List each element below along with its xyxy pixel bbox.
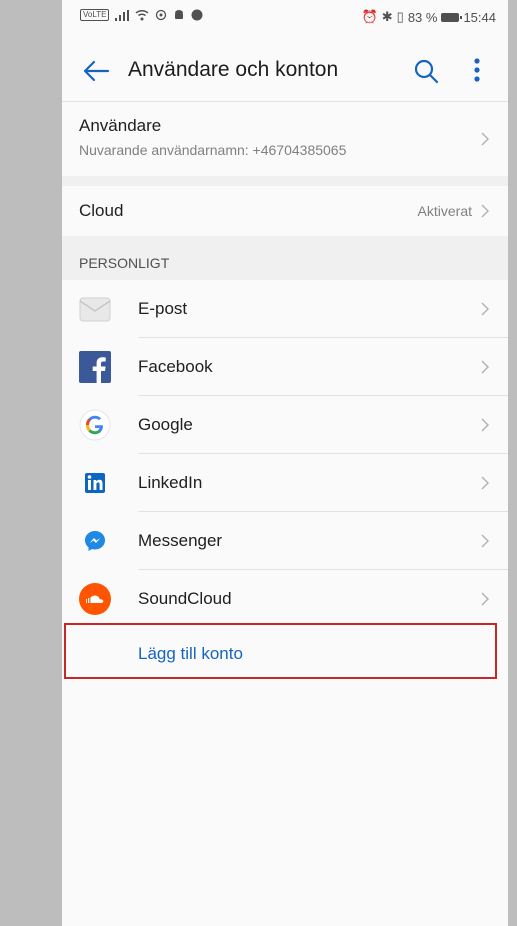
account-row-messenger[interactable]: Messenger: [62, 512, 508, 570]
cloud-row[interactable]: Cloud Aktiverat: [62, 186, 508, 236]
current-username: Nuvarande användarnamn: +46704385065: [79, 142, 347, 158]
search-icon[interactable]: [412, 57, 440, 85]
battery-icon: [441, 12, 463, 22]
chevron-right-icon: [481, 418, 489, 432]
clock: 15:44: [463, 9, 496, 25]
chevron-right-icon: [481, 302, 489, 316]
email-icon: [79, 297, 111, 322]
appbar-divider: [62, 101, 508, 102]
messenger-icon: [85, 531, 105, 551]
phone-screen: VoLTE ⏰ ✱ ▯ 83 % 15:44 Användare och kon…: [62, 0, 508, 926]
signal-icon: [115, 9, 130, 21]
bluetooth-icon: ✱: [381, 9, 393, 24]
android-icon: [175, 10, 184, 19]
chevron-right-icon: [481, 132, 489, 146]
cloud-status: Aktiverat: [417, 203, 472, 219]
chevron-right-icon: [481, 476, 489, 490]
account-name: LinkedIn: [138, 473, 203, 492]
chevron-right-icon: [481, 534, 489, 548]
account-name: E-post: [138, 299, 188, 318]
user-label: Användare: [79, 116, 162, 135]
battery-percent: 83 %: [407, 9, 438, 25]
account-name: SoundCloud: [138, 589, 232, 608]
back-arrow-icon[interactable]: [80, 55, 112, 87]
right-margin: [508, 0, 517, 926]
more-vert-icon[interactable]: [466, 55, 488, 85]
highlight-box: [64, 623, 497, 679]
section-header: PERSONLIGT: [62, 246, 508, 280]
soundcloud-icon: [79, 583, 111, 615]
linkedin-icon: [85, 473, 105, 493]
app-bar: Användare och konton: [62, 45, 508, 101]
wifi-icon: [135, 9, 149, 21]
cloud-label: Cloud: [79, 201, 124, 220]
alarm-icon: ⏰: [361, 9, 378, 24]
user-row[interactable]: Användare Nuvarande användarnamn: +46704…: [62, 104, 508, 176]
account-row-google[interactable]: Google: [62, 396, 508, 454]
google-icon: [79, 409, 111, 441]
volte-indicator: VoLTE: [80, 9, 110, 21]
chevron-right-icon: [481, 360, 489, 374]
account-row-soundcloud[interactable]: SoundCloud: [62, 570, 508, 628]
add-account-button[interactable]: Lägg till konto: [138, 644, 243, 664]
left-margin: [0, 0, 62, 926]
chevron-right-icon: [481, 204, 489, 218]
account-name: Facebook: [138, 357, 213, 376]
messenger-notification-icon: [191, 9, 203, 21]
account-row-email[interactable]: E-post: [62, 280, 508, 338]
account-row-facebook[interactable]: Facebook: [62, 338, 508, 396]
facebook-icon: [79, 351, 111, 383]
group-separator: [62, 236, 508, 246]
chevron-right-icon: [481, 592, 489, 606]
page-title: Användare och konton: [128, 58, 339, 81]
status-bar: VoLTE ⏰ ✱ ▯ 83 % 15:44: [62, 0, 508, 30]
group-separator: [62, 176, 508, 186]
section-title: PERSONLIGT: [79, 255, 170, 271]
account-row-linkedin[interactable]: LinkedIn: [62, 454, 508, 512]
account-name: Google: [138, 415, 193, 434]
account-name: Messenger: [138, 531, 223, 550]
vibrate-icon: ▯: [396, 9, 404, 24]
eye-comfort-icon: [156, 9, 167, 21]
